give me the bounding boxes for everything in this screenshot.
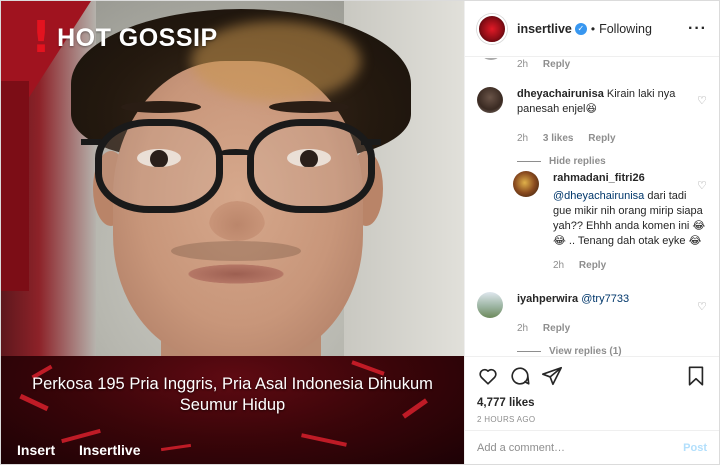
like-heart-icon[interactable]: ♡ [697,300,709,313]
previous-comment-meta: 2h Reply [517,59,582,70]
comment-meta: 2h Reply [553,258,707,273]
username-link[interactable]: insertlive [517,22,572,36]
view-replies-toggle[interactable]: View replies (1) [517,344,707,356]
post-image[interactable]: ! HOT GOSSIP Perkosa 195 Pria Inggris, P… [1,1,464,464]
avatar [479,58,503,60]
comment-time: 2h [553,260,565,271]
reply-button[interactable]: Reply [543,59,570,70]
nose [209,201,265,241]
glasses-temple-right [361,139,381,145]
hide-replies-toggle[interactable]: Hide replies [517,154,707,169]
bookmark-icon[interactable] [685,365,707,387]
verified-badge-icon: ✓ [574,22,587,35]
likes-count[interactable]: 3 likes [543,133,574,144]
comment-meta: 2h Reply [517,321,707,336]
overlay-title: HOT GOSSIP [57,23,218,52]
add-comment-bar: Post [465,430,719,464]
avatar[interactable] [477,292,503,318]
post-sidebar: insertlive ✓ • Following ··· 2h Reply dh… [464,1,719,464]
comment-username[interactable]: dheyachairunisa [517,88,604,100]
avatar[interactable] [477,87,503,113]
post-timestamp[interactable]: 2 HOURS AGO [477,415,707,424]
separator: • [590,21,596,36]
reply-button[interactable]: Reply [588,133,615,144]
exclamation-icon: ! [31,12,52,63]
shard-decoration [61,428,101,444]
reply-item: rahmadani_fitri26 @dheyachairunisa dari … [513,171,707,273]
share-icon[interactable] [541,365,563,387]
comment-body: rahmadani_fitri26 @dheyachairunisa dari … [553,171,707,273]
right-eye [287,149,331,167]
hide-replies-button[interactable]: Hide replies [549,154,606,169]
mouth [181,263,291,285]
comment-icon[interactable] [509,365,531,387]
hot-gossip-label: ! HOT GOSSIP [31,12,218,63]
action-icons [477,363,707,389]
post-header: insertlive ✓ • Following ··· [465,1,719,57]
comment-time: 2h [517,323,529,334]
brand-logo-insert: Insert [17,442,55,458]
avatar[interactable] [477,13,507,44]
comment-body: dheyachairunisa Kirain laki nya panesah … [517,87,707,169]
comment-item: dheyachairunisa Kirain laki nya panesah … [477,87,707,169]
reply-button[interactable]: Reply [579,260,606,271]
like-heart-icon[interactable]: ♡ [697,179,709,192]
shard-decoration [301,433,347,447]
post-button[interactable]: Post [683,442,707,454]
comment-text-block: @dheyachairunisa dari tadi gue mikir nih… [553,189,707,249]
left-eye [137,149,181,167]
more-options-icon[interactable]: ··· [688,20,707,38]
likes-count[interactable]: 4,777 likes [477,397,707,409]
post-actions: 4,777 likes 2 HOURS AGO [465,356,719,430]
comment-meta: 2h 3 likes Reply [517,131,707,146]
comment-body: iyahperwira @try7733 2h Reply View repli… [517,292,707,356]
comment-item: iyahperwira @try7733 2h Reply View repli… [477,292,707,356]
divider [517,161,541,162]
instagram-post-frame: ! HOT GOSSIP Perkosa 195 Pria Inggris, P… [0,0,720,465]
comment-time: 2h [517,59,529,70]
comments-list[interactable]: 2h Reply dheyachairunisa Kirain laki nya… [465,58,719,356]
view-replies-button[interactable]: View replies (1) [549,344,622,356]
reply-button[interactable]: Reply [543,323,570,334]
brand-logo-insertlive: Insertlive [79,442,140,458]
brand-text: Insert [17,442,56,458]
divider [517,351,541,352]
following-button[interactable]: Following [599,22,652,36]
comment-username[interactable]: iyahperwira [517,293,578,305]
red-side-graphic [1,81,29,291]
shard-decoration [160,443,192,452]
like-heart-icon[interactable]: ♡ [697,94,709,107]
brand-text: Insertlive [79,442,141,458]
like-icon[interactable] [477,365,499,387]
comment-username[interactable]: rahmadani_fitri26 [553,172,645,184]
mustache [171,241,301,261]
mention-link[interactable]: @try7733 [581,293,629,305]
headline-banner: Perkosa 195 Pria Inggris, Pria Asal Indo… [1,356,464,464]
comment-input[interactable] [477,441,684,454]
avatar[interactable] [513,171,539,197]
comment-time: 2h [517,133,529,144]
mention-link[interactable]: @dheyachairunisa [553,190,644,202]
headline-text: Perkosa 195 Pria Inggris, Pria Asal Indo… [32,375,433,414]
